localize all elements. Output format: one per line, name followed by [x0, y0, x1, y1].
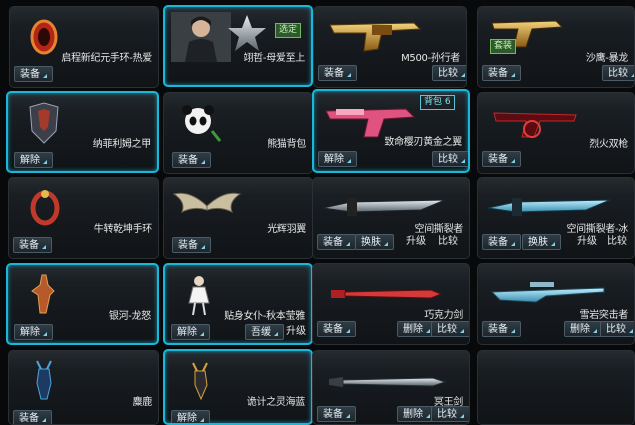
deer-icon — [36, 360, 52, 400]
bag-tag: 背包 6 — [420, 95, 455, 110]
reset-button[interactable]: 吾缓 — [245, 324, 284, 340]
compare-button[interactable]: 比较 — [431, 321, 469, 337]
equip-button[interactable]: 装备 — [482, 234, 521, 250]
item-card[interactable]: 银河-龙怒 解除 — [6, 263, 159, 345]
compare-button[interactable]: 比较 — [600, 321, 634, 337]
equip-button[interactable]: 装备 — [13, 237, 52, 253]
unequip-button[interactable]: 解除 — [171, 410, 210, 423]
item-card[interactable]: 光辉羽翼 装备 — [163, 177, 313, 259]
bracelet-icon — [30, 190, 60, 226]
item-name: 光辉羽翼 — [267, 224, 306, 235]
equip-button[interactable]: 装备 — [482, 321, 521, 337]
item-card[interactable]: 牛转乾坤手环 装备 — [8, 177, 159, 259]
unequip-button[interactable]: 解除 — [318, 151, 357, 167]
item-card[interactable]: 贴身女仆-秋本莹雅 解除 吾缓 升级 — [163, 263, 313, 345]
item-card[interactable]: 空间撕裂者 装备 换肤 升级 比较 — [312, 177, 470, 259]
maid-icon — [188, 276, 210, 316]
item-name: 沙鹰-暴龙 — [585, 53, 628, 64]
empty-slot — [477, 350, 635, 425]
equip-button[interactable]: 装备 — [14, 66, 53, 82]
item-card[interactable]: 启程新纪元手环-热爱 装备 — [9, 6, 159, 88]
star-emblem-icon — [228, 15, 266, 51]
item-card[interactable]: 纳菲利姆之甲 解除 — [6, 91, 159, 173]
item-name: 纳菲利姆之甲 — [92, 139, 152, 150]
item-card[interactable]: 熊猫背包 装备 — [163, 92, 313, 174]
item-card[interactable]: 诡计之灵海蓝 解除 — [163, 349, 313, 425]
equip-button[interactable]: 装备 — [318, 65, 357, 81]
item-name: 空间撕裂者-冰 — [566, 224, 628, 235]
upgrade-button[interactable]: 升级 — [401, 234, 431, 250]
spirit-icon — [192, 362, 208, 401]
equip-button[interactable]: 装备 — [172, 152, 211, 168]
equip-button[interactable]: 装备 — [13, 410, 52, 424]
compare-button[interactable]: 比较 — [602, 234, 632, 250]
item-name: 麋鹿 — [132, 397, 153, 408]
compare-button[interactable]: 比较 — [432, 151, 468, 167]
equip-button[interactable]: 装备 — [317, 406, 356, 422]
item-card[interactable]: 烈火双枪 装备 — [477, 92, 635, 174]
sword-icon — [329, 377, 447, 387]
item-name: 雪岩突击者 — [579, 310, 629, 321]
unequip-button[interactable]: 解除 — [171, 324, 210, 340]
compare-button[interactable]: 比较 — [433, 234, 463, 250]
item-name: M500-孙行者 — [401, 53, 460, 64]
skin-button[interactable]: 换肤 — [522, 234, 561, 250]
figure-icon — [31, 274, 55, 314]
item-name: 烈火双枪 — [589, 139, 628, 150]
item-card[interactable]: 麋鹿 装备 — [8, 350, 159, 425]
item-name: 巧克力剑 — [424, 310, 463, 321]
status-tag: 套装 — [490, 39, 517, 54]
upgrade-button[interactable]: 升级 — [572, 234, 602, 250]
item-card[interactable]: M500-孙行者 装备 比较 — [313, 6, 467, 88]
status-tag: 选定 — [275, 23, 302, 38]
equip-button[interactable]: 装备 — [317, 234, 356, 250]
item-name: 熊猫背包 — [267, 139, 306, 150]
wings-icon — [172, 192, 242, 214]
unequip-button[interactable]: 解除 — [14, 152, 53, 168]
item-card[interactable]: 选定 翊哲-母爱至上 — [163, 5, 313, 87]
armor-icon — [29, 102, 59, 144]
equip-button[interactable]: 装备 — [482, 151, 521, 167]
unequip-button[interactable]: 解除 — [14, 324, 53, 340]
item-name: 致命樱刃黄金之翼 — [384, 137, 462, 148]
item-name: 启程新纪元手环-热爱 — [61, 53, 152, 64]
upgrade-button[interactable]: 升级 — [281, 324, 311, 340]
skin-button[interactable]: 换肤 — [355, 234, 394, 250]
item-card[interactable]: 背包 6 致命樱刃黄金之翼 解除 比较 — [312, 89, 470, 173]
equip-button[interactable]: 装备 — [317, 321, 356, 337]
character-icon — [171, 12, 231, 62]
equip-button[interactable]: 装备 — [482, 65, 521, 81]
delete-button[interactable]: 删除 — [564, 321, 603, 337]
item-card[interactable]: 空间撕裂者-冰 装备 换肤 升级 比较 — [477, 177, 635, 259]
item-name: 空间撕裂者 — [414, 224, 464, 235]
item-name: 银河-龙怒 — [108, 311, 151, 322]
item-card[interactable]: 巧克力剑 装备 删除 比较 — [312, 263, 470, 345]
panda-icon — [182, 105, 222, 142]
item-name: 贴身女仆-秋本莹雅 — [224, 311, 305, 322]
compare-button[interactable]: 比较 — [431, 406, 469, 422]
item-name: 诡计之灵海蓝 — [246, 397, 306, 408]
equip-button[interactable]: 装备 — [172, 237, 211, 253]
item-name: 翊哲-母爱至上 — [243, 53, 305, 64]
item-card[interactable]: 套装 沙鹰-暴龙 装备 比较 — [477, 6, 635, 88]
compare-button[interactable]: 比较 — [602, 65, 634, 81]
item-card[interactable]: 冥王剑 装备 删除 比较 — [312, 350, 470, 425]
item-card[interactable]: 雪岩突击者 装备 删除 比较 — [477, 263, 635, 345]
item-name: 牛转乾坤手环 — [93, 224, 153, 235]
compare-button[interactable]: 比较 — [432, 65, 466, 81]
